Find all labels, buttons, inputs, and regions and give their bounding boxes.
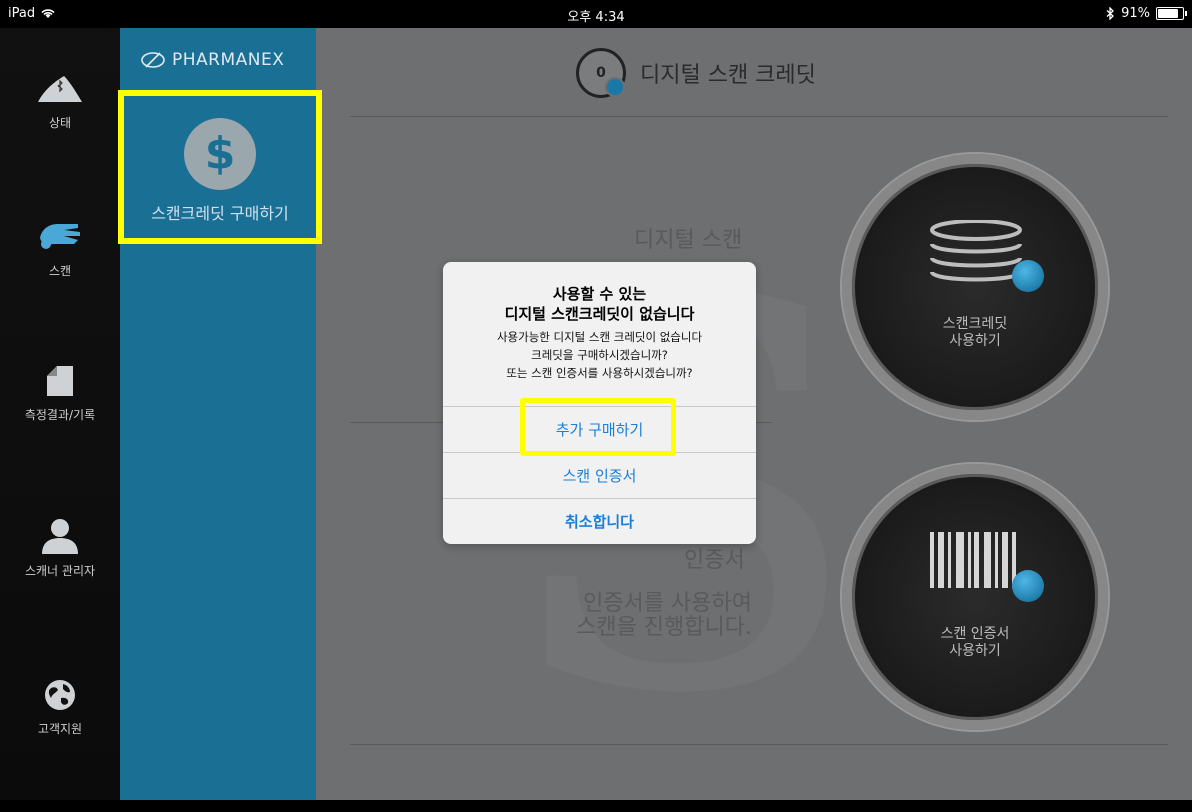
alert-message-line: 사용가능한 디지털 스캔 크레딧이 없습니다 xyxy=(496,330,703,344)
alert-title-line: 디지털 스캔크레딧이 없습니다 xyxy=(504,305,695,323)
alert-title-line: 사용할 수 있는 xyxy=(552,285,647,303)
scan-certificate-button[interactable]: 스캔 인증서 xyxy=(443,452,756,499)
buy-more-highlight xyxy=(520,398,676,456)
alert-message: 사용가능한 디지털 스캔 크레딧이 없습니다 크레딧을 구매하시겠습니까? 또는… xyxy=(443,328,756,382)
alert-message-line: 크레딧을 구매하시겠습니까? xyxy=(531,348,668,362)
alert-message-line: 또는 스캔 인증서를 사용하시겠습니까? xyxy=(506,366,693,380)
cancel-button[interactable]: 취소합니다 xyxy=(443,498,756,544)
alert-title: 사용할 수 있는 디지털 스캔크레딧이 없습니다 xyxy=(443,284,756,324)
